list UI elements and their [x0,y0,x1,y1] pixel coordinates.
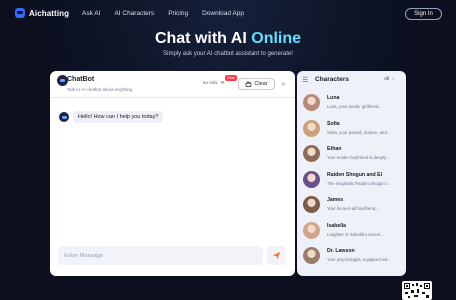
nav-link-ai-characters[interactable]: AI Characters [114,10,154,17]
bot-avatar-icon [59,112,69,122]
character-description: The enigmatic Raiden Shogun i... [327,180,391,186]
send-icon [272,251,281,260]
character-name: Raiden Shogun and Ei [327,171,383,178]
title-part-1: Chat with AI [154,30,247,47]
message-input[interactable]: Enter Message [58,246,263,265]
logo-icon [15,8,25,18]
character-name: Dr. Lawson [327,248,355,254]
characters-panel: ☰ Characters All › Luna Luna, your tender… [297,71,406,276]
page-subtitle: Simply ask your AI chatbot assistant to … [163,51,293,57]
avatar [303,170,320,188]
characters-icon: ☰ [302,77,309,84]
chat-panel: ChatBot Talk to AI chatbot about anythin… [50,71,295,276]
nav-link-pricing[interactable]: Pricing [168,10,188,17]
chat-header: ChatBot Talk to AI chatbot about anythin… [50,71,295,98]
model-select[interactable]: 4o mini [203,80,225,85]
brand-name: Aichatting [29,8,70,18]
character-name: Ethan [327,146,342,152]
message-row: Hello! How can I help you today? [59,111,164,123]
send-button[interactable] [267,246,286,265]
all-label: All [384,77,390,82]
character-item[interactable]: Luna Luna, your tender girlfriend,.. [302,93,404,113]
nav-link-ask-ai[interactable]: Ask AI [82,10,100,17]
avatar [303,196,320,213]
chevron-right-icon: › [392,77,394,82]
avatar [303,94,320,111]
character-description: Luna, your tender girlfriend,.. [327,104,382,109]
qr-code [402,281,432,300]
chevron-down-icon [220,81,224,84]
character-description: Your psychologist, equipped wit... [327,257,391,262]
characters-header: ☰ Characters All › [297,71,406,89]
character-name: Sofia [327,120,340,127]
chat-subtitle: Talk to AI chatbot about anything [67,86,133,92]
character-name: James [327,197,344,203]
brand-logo[interactable]: Aichatting [15,8,69,18]
signin-button[interactable]: Sign In [405,8,442,20]
character-name: Luna [327,95,340,101]
avatar [303,221,320,239]
title-part-2: Online [251,30,302,47]
new-badge: New [225,74,237,81]
character-item[interactable]: Raiden Shogun and Ei The enigmatic Raiden… [302,170,404,190]
character-description: Sofia, your poised, mature, and... [327,129,391,135]
character-description: Your know-it-all boyfriend,... [327,206,380,211]
page-title: Chat with AI Online [0,30,456,48]
chat-title: ChatBot [67,76,95,83]
character-item[interactable]: Ethan Your tender boyfriend is deeply... [302,144,404,164]
character-item[interactable]: Sofia Sofia, your poised, mature, and... [302,119,404,139]
characters-title: Characters [315,76,349,83]
collapse-panel-icon[interactable]: » [281,79,285,88]
avatar [303,119,320,137]
avatar [303,247,320,264]
clear-button-label: Clear [254,81,268,87]
character-item[interactable]: James Your know-it-all boyfriend,... [302,195,404,215]
nav-links: Ask AI AI Characters Pricing Download Ap… [82,10,258,17]
clear-button[interactable]: Clear [238,78,275,90]
character-description: Laughter is Isabella's secret... [327,231,384,237]
characters-all-link[interactable]: All › [384,77,394,82]
bot-message: Hello! How can I help you today? [73,111,164,123]
character-item[interactable]: Dr. Lawson Your psychologist, equipped wi… [302,246,404,266]
model-select-value: 4o mini [203,80,218,85]
top-nav: Aichatting Ask AI AI Characters Pricing … [0,0,456,28]
character-item[interactable]: Isabella Laughter is Isabella's secret... [302,221,404,241]
avatar [303,145,320,162]
character-description: Your tender boyfriend is deeply... [327,155,390,160]
character-name: Isabella [327,222,347,229]
broom-icon [246,81,252,87]
nav-link-download-app[interactable]: Download App [202,10,244,17]
